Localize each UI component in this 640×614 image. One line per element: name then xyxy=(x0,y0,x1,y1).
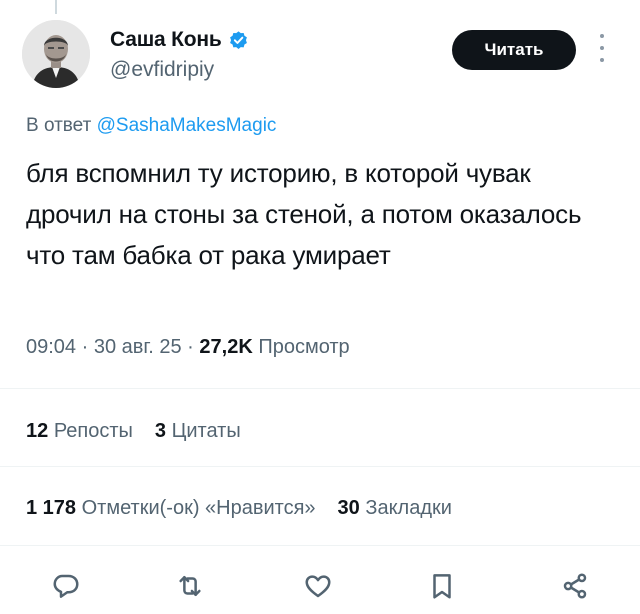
quotes-label: Цитаты xyxy=(171,420,241,442)
author-name-row[interactable]: Саша Конь xyxy=(110,28,249,52)
quotes-count: 3 xyxy=(154,420,167,442)
avatar[interactable] xyxy=(22,20,90,88)
divider xyxy=(0,545,640,546)
reply-to-mention[interactable]: @SashaMakesMagic xyxy=(97,115,277,136)
author-display-name[interactable]: Саша Конь xyxy=(110,28,222,52)
bookmarks-stat[interactable]: 30 Закладки xyxy=(338,497,452,519)
avatar-image xyxy=(22,20,90,88)
meta-separator: · xyxy=(81,336,94,358)
reposts-quotes-row: 12 Репосты 3 Цитаты xyxy=(26,420,241,443)
reply-icon xyxy=(53,574,79,598)
bookmarks-label: Закладки xyxy=(365,497,452,519)
like-button[interactable] xyxy=(298,566,338,606)
reply-to-prefix: В ответ xyxy=(26,115,97,136)
action-bar xyxy=(0,566,640,606)
reposts-stat[interactable]: 12 Репосты xyxy=(26,420,133,442)
heart-icon xyxy=(305,575,331,598)
more-vertical-icon[interactable] xyxy=(598,34,606,62)
tweet-time[interactable]: 09:04 xyxy=(26,336,76,358)
likes-count: 1 178 xyxy=(26,497,77,519)
reply-button[interactable] xyxy=(46,566,86,606)
bookmark-button[interactable] xyxy=(422,566,462,606)
bookmarks-count: 30 xyxy=(337,497,360,519)
repost-icon xyxy=(179,576,201,596)
tweet-text: бля вспомнил ту историю, в которой чувак… xyxy=(26,158,582,270)
tweet-meta: 09:04 · 30 авг. 25 · 27,2K Просмотр xyxy=(26,336,350,359)
verified-badge-icon xyxy=(228,30,249,51)
repost-button[interactable] xyxy=(170,566,210,606)
reposts-count: 12 xyxy=(26,420,49,442)
bookmark-icon xyxy=(433,574,451,599)
thread-line xyxy=(55,0,57,14)
likes-label: Отметки(-ок) «Нравится» xyxy=(81,497,316,519)
quotes-stat[interactable]: 3 Цитаты xyxy=(155,420,241,442)
author-handle[interactable]: @evfidripiy xyxy=(110,58,214,82)
follow-button[interactable]: Читать xyxy=(452,30,576,70)
reposts-label: Репосты xyxy=(53,420,133,442)
likes-bookmarks-row: 1 178 Отметки(-ок) «Нравится» 30 Закладки xyxy=(26,497,452,520)
likes-stat[interactable]: 1 178 Отметки(-ок) «Нравится» xyxy=(26,497,316,519)
views-label: Просмотр xyxy=(258,336,350,358)
share-icon xyxy=(563,573,587,599)
divider xyxy=(0,466,640,467)
views-count: 27,2K xyxy=(199,336,253,358)
tweet-date[interactable]: 30 авг. 25 xyxy=(94,336,182,358)
meta-separator: · xyxy=(187,336,200,358)
share-button[interactable] xyxy=(555,566,595,606)
divider xyxy=(0,388,640,389)
reply-to-line: В ответ @SashaMakesMagic xyxy=(26,115,276,137)
